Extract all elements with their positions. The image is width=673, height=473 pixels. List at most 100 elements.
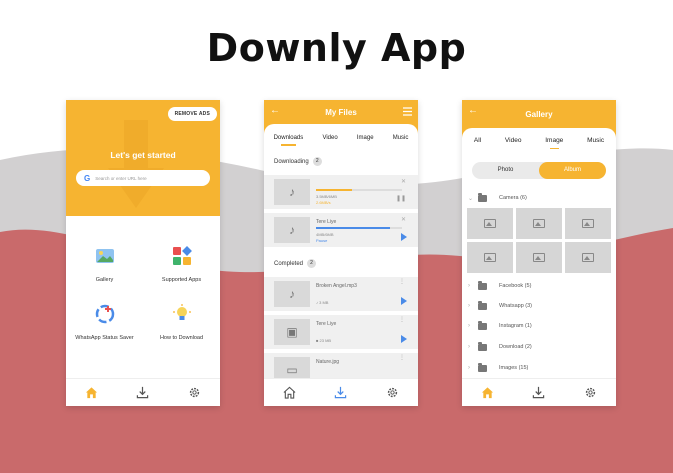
folder-row-facebook[interactable]: › Facebook (5) (468, 281, 531, 291)
back-arrow-icon[interactable]: ← (468, 105, 478, 116)
more-vert-icon[interactable]: ⋮ (399, 279, 405, 285)
image-icon (484, 253, 496, 262)
nav-downloads[interactable] (132, 382, 154, 404)
download-item[interactable]: ♪ 3.5MB/6MB 2.6MB/s ✕ ❚❚ (264, 175, 418, 209)
bottom-nav (462, 378, 616, 406)
home-icon (283, 386, 296, 399)
folder-row-images[interactable]: › Images (15) (468, 363, 528, 373)
tab-video[interactable]: Video (322, 135, 337, 144)
nav-downloads[interactable] (330, 382, 352, 404)
nav-home[interactable] (81, 382, 103, 404)
tab-music[interactable]: Music (393, 135, 409, 144)
search-input[interactable]: G Search or enter URL here (76, 170, 210, 186)
play-icon[interactable] (401, 233, 407, 241)
apps-icon (172, 246, 192, 265)
completed-item[interactable]: ♪ Broken Angel.mp3 ♪ 3 MB ⋮ (264, 277, 418, 311)
toggle-album[interactable]: Album (539, 162, 606, 179)
tab-downloads[interactable]: Downloads (274, 135, 303, 146)
gallery-tabs: All Video Image Music (462, 128, 616, 156)
tab-image[interactable]: Image (545, 137, 563, 149)
folder-icon (478, 363, 487, 372)
page-title: Downly App (206, 26, 467, 70)
download-progress-fill (316, 227, 390, 229)
download-speed: 2.6MB/s (316, 200, 331, 205)
completed-count: 2 (307, 259, 317, 268)
folder-name: Facebook (5) (499, 283, 532, 289)
completed-item[interactable]: ▣ Tere Liye ■ 23 MB ⋮ (264, 315, 418, 349)
feature-status-saver[interactable]: WhatsApp Status Saver (66, 304, 143, 341)
nav-downloads[interactable] (528, 382, 550, 404)
close-icon[interactable]: ✕ (401, 216, 406, 223)
home-header: REMOVE ADS Let's get started G Search or… (66, 100, 220, 216)
nav-settings[interactable] (381, 382, 403, 404)
feature-how-to-download[interactable]: How to Download (143, 304, 220, 341)
more-vert-icon[interactable]: ⋮ (399, 355, 405, 361)
file-name: Broken Angel.mp3 (316, 283, 357, 289)
image-icon (484, 219, 496, 228)
nav-home[interactable] (279, 382, 301, 404)
download-progress (316, 189, 402, 191)
remove-ads-button[interactable]: REMOVE ADS (167, 107, 217, 121)
more-vert-icon[interactable]: ⋮ (399, 317, 405, 323)
gallery-thumbnail[interactable] (516, 242, 562, 273)
download-status: Pause (316, 238, 328, 243)
play-icon[interactable] (401, 335, 407, 343)
gallery-thumbnail[interactable] (516, 208, 562, 239)
photo-album-toggle[interactable]: Photo Album (472, 162, 606, 179)
chevron-right-icon: › (468, 365, 470, 371)
get-started-heading: Let's get started (110, 150, 176, 160)
chevron-right-icon: › (468, 283, 470, 289)
file-size: 23 MB (319, 338, 332, 343)
gallery-thumbnail[interactable] (565, 242, 611, 273)
file-name: Tere Liye (316, 321, 337, 327)
nav-settings[interactable] (579, 382, 601, 404)
toggle-photo[interactable]: Photo (472, 162, 539, 179)
pause-icon[interactable]: ❚❚ (396, 195, 406, 202)
folder-name: Images (15) (499, 365, 529, 371)
search-placeholder: Search or enter URL here (95, 175, 147, 181)
folder-row-download[interactable]: › Download (2) (468, 342, 532, 352)
folder-icon (478, 321, 487, 330)
gear-icon (189, 387, 199, 398)
folder-icon (478, 301, 487, 310)
bottom-nav (264, 378, 418, 406)
download-arrow-graphic (108, 120, 164, 208)
close-icon[interactable]: ✕ (401, 178, 406, 185)
gallery-thumbnail[interactable] (565, 208, 611, 239)
tab-music[interactable]: Music (587, 137, 604, 147)
folder-row-whatsapp[interactable]: › Whatsapp (3) (468, 301, 532, 311)
folder-name: Instagram (1) (499, 323, 532, 329)
folder-icon (478, 193, 487, 202)
gallery-thumbnail[interactable] (467, 208, 513, 239)
chevron-right-icon: › (468, 323, 470, 329)
chevron-right-icon: › (468, 303, 470, 309)
tab-image[interactable]: Image (357, 135, 374, 144)
folder-row-instagram[interactable]: › Instagram (1) (468, 321, 532, 331)
nav-settings[interactable] (183, 382, 205, 404)
folder-row-camera[interactable]: ⌄ Camera (6) (468, 193, 527, 203)
download-icon (137, 386, 149, 399)
gallery-thumbnail[interactable] (467, 242, 513, 273)
download-item[interactable]: ♪ Tere Liye 4MB/6MB Pause ✕ (264, 213, 418, 247)
back-arrow-icon[interactable]: ← (270, 105, 280, 116)
downloading-section-header: Downloading 2 (274, 157, 322, 166)
home-screen: REMOVE ADS Let's get started G Search or… (66, 100, 220, 406)
list-menu-icon[interactable] (403, 107, 412, 116)
folder-icon (478, 342, 487, 351)
nav-home[interactable] (477, 382, 499, 404)
download-icon (335, 386, 347, 399)
downloading-label: Downloading (274, 158, 309, 165)
download-name: Tere Liye (316, 219, 337, 225)
play-icon[interactable] (401, 297, 407, 305)
completed-section-header: Completed 2 (274, 259, 317, 268)
image-icon (533, 253, 545, 262)
feature-supported-apps[interactable]: Supported Apps (143, 246, 220, 283)
image-icon (582, 219, 594, 228)
feature-label: Gallery (95, 277, 114, 283)
home-icon (86, 387, 98, 399)
tab-video[interactable]: Video (505, 137, 522, 147)
feature-gallery[interactable]: Gallery (66, 246, 143, 283)
bottom-nav (66, 378, 220, 406)
feature-label: WhatsApp Status Saver (75, 335, 134, 341)
tab-all[interactable]: All (474, 137, 481, 147)
